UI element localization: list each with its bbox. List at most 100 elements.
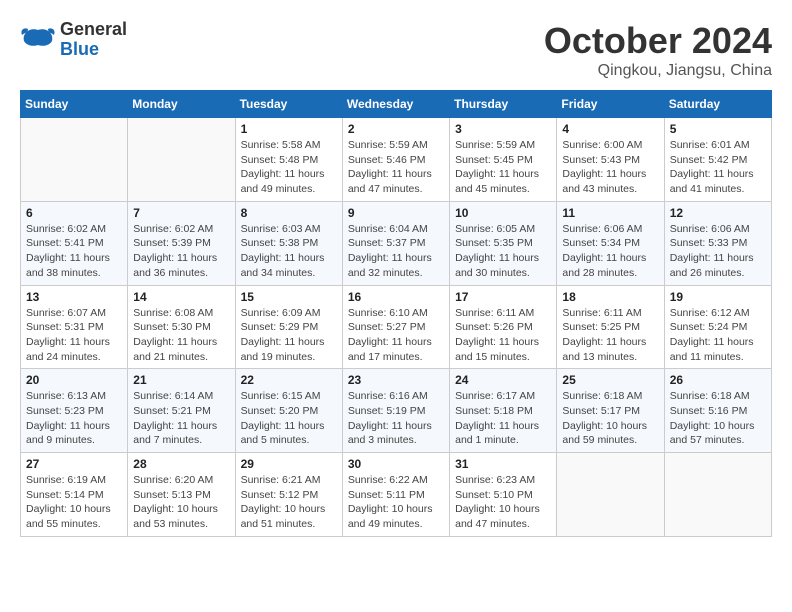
day-info: Sunrise: 5:58 AMSunset: 5:48 PMDaylight:… — [241, 138, 337, 197]
calendar-day-cell: 31 Sunrise: 6:23 AMSunset: 5:10 PMDayligh… — [450, 453, 557, 537]
day-info: Sunrise: 6:05 AMSunset: 5:35 PMDaylight:… — [455, 222, 551, 281]
day-number: 2 — [348, 122, 444, 136]
calendar-week-row: 6 Sunrise: 6:02 AMSunset: 5:41 PMDaylight… — [21, 201, 772, 285]
calendar-day-cell: 5 Sunrise: 6:01 AMSunset: 5:42 PMDaylight… — [664, 118, 771, 202]
day-number: 7 — [133, 206, 229, 220]
day-info: Sunrise: 6:23 AMSunset: 5:10 PMDaylight:… — [455, 473, 551, 532]
calendar-day-cell: 26Sunrise: 6:18 AMSunset: 5:16 PMDayligh… — [664, 369, 771, 453]
calendar-table: SundayMondayTuesdayWednesdayThursdayFrid… — [20, 90, 772, 537]
calendar-day-cell: 23 Sunrise: 6:16 AMSunset: 5:19 PMDayligh… — [342, 369, 449, 453]
day-info: Sunrise: 6:06 AMSunset: 5:33 PMDaylight:… — [670, 222, 766, 281]
calendar-day-cell: 10 Sunrise: 6:05 AMSunset: 5:35 PMDayligh… — [450, 201, 557, 285]
day-number: 13 — [26, 290, 122, 304]
day-info: Sunrise: 6:09 AMSunset: 5:29 PMDaylight:… — [241, 306, 337, 365]
calendar-day-cell: 9Sunrise: 6:04 AMSunset: 5:37 PMDaylight… — [342, 201, 449, 285]
day-number: 30 — [348, 457, 444, 471]
day-info: Sunrise: 6:03 AMSunset: 5:38 PMDaylight:… — [241, 222, 337, 281]
calendar-week-row: 1 Sunrise: 5:58 AMSunset: 5:48 PMDaylight… — [21, 118, 772, 202]
day-number: 29 — [241, 457, 337, 471]
calendar-day-cell: 6 Sunrise: 6:02 AMSunset: 5:41 PMDaylight… — [21, 201, 128, 285]
calendar-day-cell — [557, 453, 664, 537]
day-info: Sunrise: 5:59 AMSunset: 5:45 PMDaylight:… — [455, 138, 551, 197]
calendar-day-cell: 21 Sunrise: 6:14 AMSunset: 5:21 PMDayligh… — [128, 369, 235, 453]
day-info: Sunrise: 6:18 AMSunset: 5:17 PMDaylight:… — [562, 389, 658, 448]
day-number: 1 — [241, 122, 337, 136]
day-info: Sunrise: 6:17 AMSunset: 5:18 PMDaylight:… — [455, 389, 551, 448]
day-info: Sunrise: 6:10 AMSunset: 5:27 PMDaylight:… — [348, 306, 444, 365]
day-info: Sunrise: 6:11 AMSunset: 5:26 PMDaylight:… — [455, 306, 551, 365]
title-block: October 2024 Qingkou, Jiangsu, China — [544, 20, 772, 80]
day-info: Sunrise: 6:06 AMSunset: 5:34 PMDaylight:… — [562, 222, 658, 281]
day-number: 26 — [670, 373, 766, 387]
day-number: 14 — [133, 290, 229, 304]
day-number: 24 — [455, 373, 551, 387]
calendar-day-cell: 25 Sunrise: 6:18 AMSunset: 5:17 PMDayligh… — [557, 369, 664, 453]
day-info: Sunrise: 6:11 AMSunset: 5:25 PMDaylight:… — [562, 306, 658, 365]
calendar-week-row: 13 Sunrise: 6:07 AMSunset: 5:31 PMDayligh… — [21, 285, 772, 369]
calendar-day-cell: 24 Sunrise: 6:17 AMSunset: 5:18 PMDayligh… — [450, 369, 557, 453]
day-number: 9 — [348, 206, 444, 220]
logo: General Blue — [20, 20, 127, 60]
day-number: 4 — [562, 122, 658, 136]
day-info: Sunrise: 6:14 AMSunset: 5:21 PMDaylight:… — [133, 389, 229, 448]
day-number: 23 — [348, 373, 444, 387]
day-info: Sunrise: 6:20 AMSunset: 5:13 PMDaylight:… — [133, 473, 229, 532]
calendar-day-cell: 11 Sunrise: 6:06 AMSunset: 5:34 PMDayligh… — [557, 201, 664, 285]
day-number: 18 — [562, 290, 658, 304]
calendar-day-cell: 15 Sunrise: 6:09 AMSunset: 5:29 PMDayligh… — [235, 285, 342, 369]
day-info: Sunrise: 6:22 AMSunset: 5:11 PMDaylight:… — [348, 473, 444, 532]
day-info: Sunrise: 6:15 AMSunset: 5:20 PMDaylight:… — [241, 389, 337, 448]
day-number: 8 — [241, 206, 337, 220]
day-number: 5 — [670, 122, 766, 136]
day-number: 22 — [241, 373, 337, 387]
day-number: 6 — [26, 206, 122, 220]
day-info: Sunrise: 6:19 AMSunset: 5:14 PMDaylight:… — [26, 473, 122, 532]
calendar-day-cell: 27 Sunrise: 6:19 AMSunset: 5:14 PMDayligh… — [21, 453, 128, 537]
day-info: Sunrise: 6:12 AMSunset: 5:24 PMDaylight:… — [670, 306, 766, 365]
calendar-day-cell: 16 Sunrise: 6:10 AMSunset: 5:27 PMDayligh… — [342, 285, 449, 369]
calendar-day-cell: 8 Sunrise: 6:03 AMSunset: 5:38 PMDaylight… — [235, 201, 342, 285]
day-info: Sunrise: 6:21 AMSunset: 5:12 PMDaylight:… — [241, 473, 337, 532]
calendar-subtitle: Qingkou, Jiangsu, China — [544, 62, 772, 80]
calendar-day-cell: 17 Sunrise: 6:11 AMSunset: 5:26 PMDayligh… — [450, 285, 557, 369]
page-header: General Blue October 2024 Qingkou, Jiang… — [20, 20, 772, 80]
day-number: 20 — [26, 373, 122, 387]
day-number: 21 — [133, 373, 229, 387]
calendar-day-cell: 29 Sunrise: 6:21 AMSunset: 5:12 PMDayligh… — [235, 453, 342, 537]
calendar-day-cell: 12 Sunrise: 6:06 AMSunset: 5:33 PMDayligh… — [664, 201, 771, 285]
day-number: 10 — [455, 206, 551, 220]
calendar-day-cell: 28Sunrise: 6:20 AMSunset: 5:13 PMDayligh… — [128, 453, 235, 537]
weekday-header-thursday: Thursday — [450, 91, 557, 118]
day-number: 27 — [26, 457, 122, 471]
calendar-day-cell: 3 Sunrise: 5:59 AMSunset: 5:45 PMDaylight… — [450, 118, 557, 202]
weekday-header-sunday: Sunday — [21, 91, 128, 118]
weekday-header-wednesday: Wednesday — [342, 91, 449, 118]
day-info: Sunrise: 6:13 AMSunset: 5:23 PMDaylight:… — [26, 389, 122, 448]
day-number: 31 — [455, 457, 551, 471]
calendar-day-cell — [128, 118, 235, 202]
day-info: Sunrise: 6:01 AMSunset: 5:42 PMDaylight:… — [670, 138, 766, 197]
day-number: 15 — [241, 290, 337, 304]
weekday-header-saturday: Saturday — [664, 91, 771, 118]
day-info: Sunrise: 6:16 AMSunset: 5:19 PMDaylight:… — [348, 389, 444, 448]
calendar-day-cell — [21, 118, 128, 202]
day-number: 19 — [670, 290, 766, 304]
day-number: 12 — [670, 206, 766, 220]
weekday-header-friday: Friday — [557, 91, 664, 118]
calendar-title: October 2024 — [544, 20, 772, 62]
day-number: 25 — [562, 373, 658, 387]
day-info: Sunrise: 6:02 AMSunset: 5:41 PMDaylight:… — [26, 222, 122, 281]
day-number: 17 — [455, 290, 551, 304]
day-info: Sunrise: 6:08 AMSunset: 5:30 PMDaylight:… — [133, 306, 229, 365]
day-number: 16 — [348, 290, 444, 304]
logo-icon — [20, 25, 56, 55]
day-info: Sunrise: 6:07 AMSunset: 5:31 PMDaylight:… — [26, 306, 122, 365]
weekday-header-row: SundayMondayTuesdayWednesdayThursdayFrid… — [21, 91, 772, 118]
calendar-day-cell: 13 Sunrise: 6:07 AMSunset: 5:31 PMDayligh… — [21, 285, 128, 369]
day-number: 3 — [455, 122, 551, 136]
calendar-day-cell: 19 Sunrise: 6:12 AMSunset: 5:24 PMDayligh… — [664, 285, 771, 369]
day-number: 11 — [562, 206, 658, 220]
calendar-day-cell: 14 Sunrise: 6:08 AMSunset: 5:30 PMDayligh… — [128, 285, 235, 369]
calendar-day-cell: 1 Sunrise: 5:58 AMSunset: 5:48 PMDaylight… — [235, 118, 342, 202]
calendar-day-cell: 22 Sunrise: 6:15 AMSunset: 5:20 PMDayligh… — [235, 369, 342, 453]
